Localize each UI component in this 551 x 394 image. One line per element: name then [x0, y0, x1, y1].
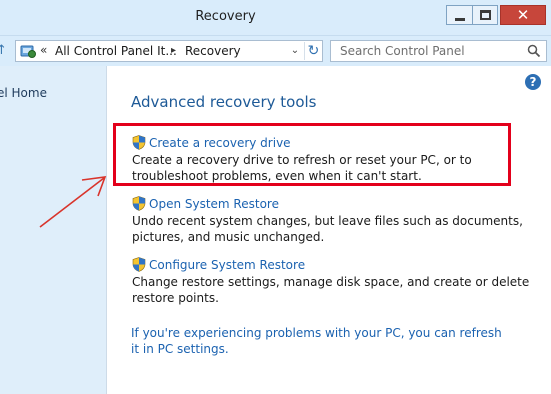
help-icon[interactable]: ?	[525, 74, 541, 90]
maximize-icon	[480, 10, 491, 20]
configure-system-restore-link[interactable]: Configure System Restore	[149, 258, 305, 272]
refresh-pc-settings-link[interactable]: If you're experiencing problems with you…	[131, 325, 511, 357]
uac-shield-icon	[132, 196, 146, 211]
close-icon: ✕	[516, 6, 530, 24]
breadcrumb-separator[interactable]: ▸	[171, 45, 176, 56]
chevron-down-icon[interactable]: ⌄	[289, 44, 301, 58]
navigation-bar: ↑ « All Control Panel It... ▸ Recovery ⌄…	[0, 36, 551, 66]
configure-system-restore-description: Change restore settings, manage disk spa…	[132, 275, 530, 305]
breadcrumb-all-control-panel[interactable]: All Control Panel It...	[55, 44, 177, 58]
title-bar: Recovery ✕	[0, 0, 551, 36]
address-bar[interactable]: « All Control Panel It... ▸ Recovery ⌄ ↻	[15, 40, 323, 62]
search-placeholder: Search Control Panel	[340, 44, 465, 58]
minimize-button[interactable]	[446, 5, 472, 25]
maximize-button[interactable]	[472, 5, 498, 25]
open-system-restore-link[interactable]: Open System Restore	[149, 197, 279, 211]
window-title: Recovery	[195, 9, 256, 24]
control-panel-home-link[interactable]: el Home	[0, 86, 47, 100]
up-arrow-icon[interactable]: ↑	[0, 41, 10, 61]
main-content: ? Advanced recovery tools Create a recov…	[108, 66, 551, 394]
breadcrumb-overflow[interactable]: «	[40, 43, 47, 57]
control-panel-icon	[20, 45, 36, 58]
annotation-highlight-box	[113, 123, 511, 186]
uac-shield-icon	[132, 257, 146, 272]
close-button[interactable]: ✕	[500, 5, 546, 25]
left-nav-pane: el Home	[0, 66, 107, 394]
search-icon[interactable]	[527, 44, 541, 58]
breadcrumb-recovery[interactable]: Recovery	[185, 44, 241, 58]
search-input[interactable]: Search Control Panel	[330, 40, 547, 62]
open-system-restore-description: Undo recent system changes, but leave fi…	[132, 214, 523, 244]
refresh-icon[interactable]: ↻	[304, 42, 322, 60]
page-heading: Advanced recovery tools	[131, 93, 317, 111]
minimize-icon	[455, 18, 465, 21]
